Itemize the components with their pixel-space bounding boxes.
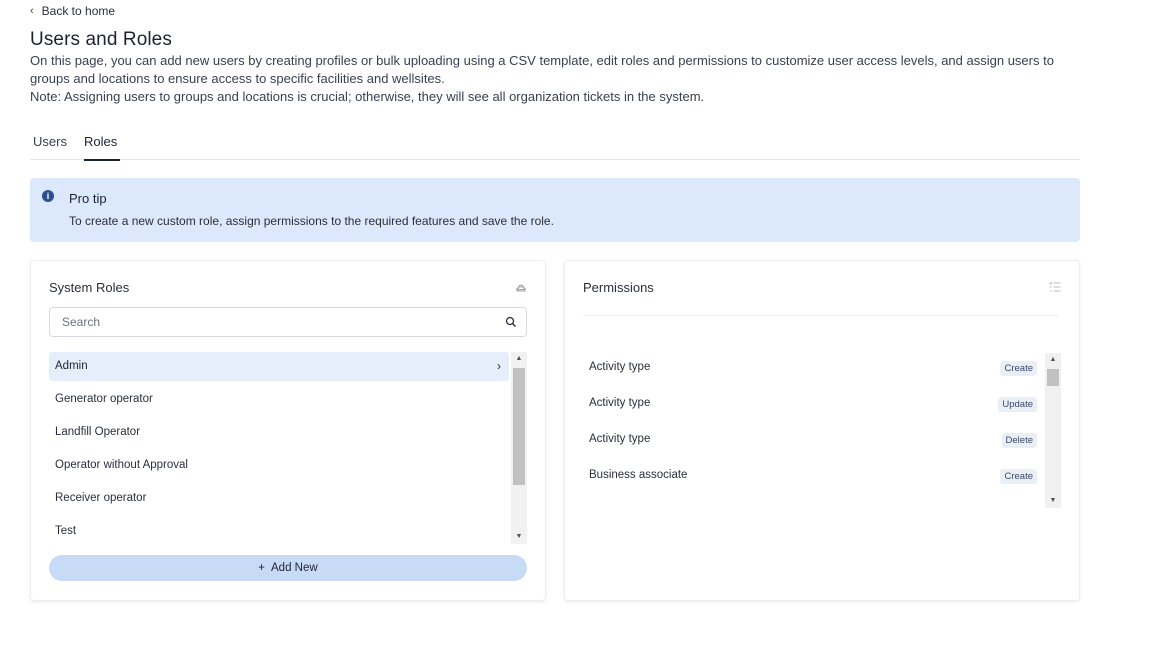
tab-bar: Users Roles: [30, 126, 1080, 161]
info-icon: i: [42, 190, 54, 202]
permission-row: Activity type Delete: [583, 425, 1043, 461]
system-roles-title: System Roles: [49, 280, 130, 295]
permission-action-badge: Create: [1000, 361, 1037, 376]
pro-tip-banner: i Pro tip To create a new custom role, a…: [30, 178, 1080, 242]
scroll-down-icon[interactable]: ▼: [1045, 494, 1061, 508]
description-note: Note: Assigning users to groups and loca…: [30, 89, 705, 104]
scrollbar-thumb[interactable]: [1047, 369, 1059, 386]
back-to-home-link[interactable]: ‹ Back to home: [30, 4, 115, 18]
description-text: On this page, you can add new users by c…: [30, 53, 1054, 86]
role-item-admin[interactable]: Admin ›: [49, 352, 509, 381]
scrollbar-thumb[interactable]: [513, 368, 525, 485]
permission-feature: Activity type: [589, 433, 651, 445]
role-label: Admin: [55, 360, 88, 372]
chevron-right-icon: ›: [497, 359, 501, 373]
roles-list: Admin › Generator operator Landfill Oper…: [49, 352, 509, 542]
scroll-up-icon[interactable]: ▲: [1045, 353, 1061, 367]
permissions-list: Activity type Create Activity type Updat…: [583, 353, 1043, 508]
role-label: Landfill Operator: [55, 426, 141, 438]
scroll-down-icon[interactable]: ▼: [511, 530, 527, 544]
permission-row: Activity type Create: [583, 353, 1043, 389]
search-icon[interactable]: [505, 316, 517, 328]
search-input[interactable]: [62, 315, 482, 329]
tab-users[interactable]: Users: [33, 134, 67, 159]
permission-action-badge: Delete: [1001, 433, 1037, 448]
permission-action-badge: Create: [1000, 469, 1037, 484]
divider: [583, 315, 1059, 316]
roles-search-field: [49, 307, 527, 337]
tab-roles[interactable]: Roles: [84, 134, 121, 161]
checklist-icon[interactable]: [1049, 281, 1061, 293]
permission-feature: Activity type: [589, 397, 651, 409]
chevron-left-icon: ‹: [30, 5, 34, 17]
page-title: Users and Roles: [30, 29, 172, 50]
role-item-receiver-operator[interactable]: Receiver operator: [49, 484, 509, 513]
role-label: Receiver operator: [55, 492, 147, 504]
role-label: Operator without Approval: [55, 459, 188, 471]
permission-row: Activity type Update: [583, 389, 1043, 425]
back-label: Back to home: [41, 4, 116, 18]
role-item-operator-without-approval[interactable]: Operator without Approval: [49, 451, 509, 480]
tip-title: Pro tip: [69, 191, 107, 206]
export-icon[interactable]: [515, 281, 527, 293]
permissions-scrollbar[interactable]: ▲ ▼: [1045, 353, 1061, 508]
role-label: Test: [55, 525, 77, 537]
role-item-landfill-operator[interactable]: Landfill Operator: [49, 418, 509, 447]
add-new-role-button[interactable]: + Add New: [49, 555, 527, 581]
role-item-generator-operator[interactable]: Generator operator: [49, 385, 509, 414]
plus-icon: +: [258, 562, 266, 574]
page-description: On this page, you can add new users by c…: [30, 52, 1090, 106]
scroll-up-icon[interactable]: ▲: [511, 352, 527, 366]
tip-text: To create a new custom role, assign perm…: [69, 214, 554, 228]
role-item-test[interactable]: Test: [49, 517, 509, 546]
permission-feature: Activity type: [589, 361, 651, 373]
permission-row: Business associate Create: [583, 461, 1043, 497]
add-new-label: Add New: [271, 562, 318, 574]
permissions-title: Permissions: [583, 280, 654, 295]
permission-feature: Business associate: [589, 469, 688, 481]
roles-scrollbar[interactable]: ▲ ▼: [511, 352, 527, 544]
role-label: Generator operator: [55, 393, 153, 405]
permission-action-badge: Update: [998, 397, 1037, 412]
system-roles-panel: System Roles Admin › Generator operator …: [30, 260, 546, 601]
permissions-panel: Permissions Activity type Create Activit…: [564, 260, 1080, 601]
